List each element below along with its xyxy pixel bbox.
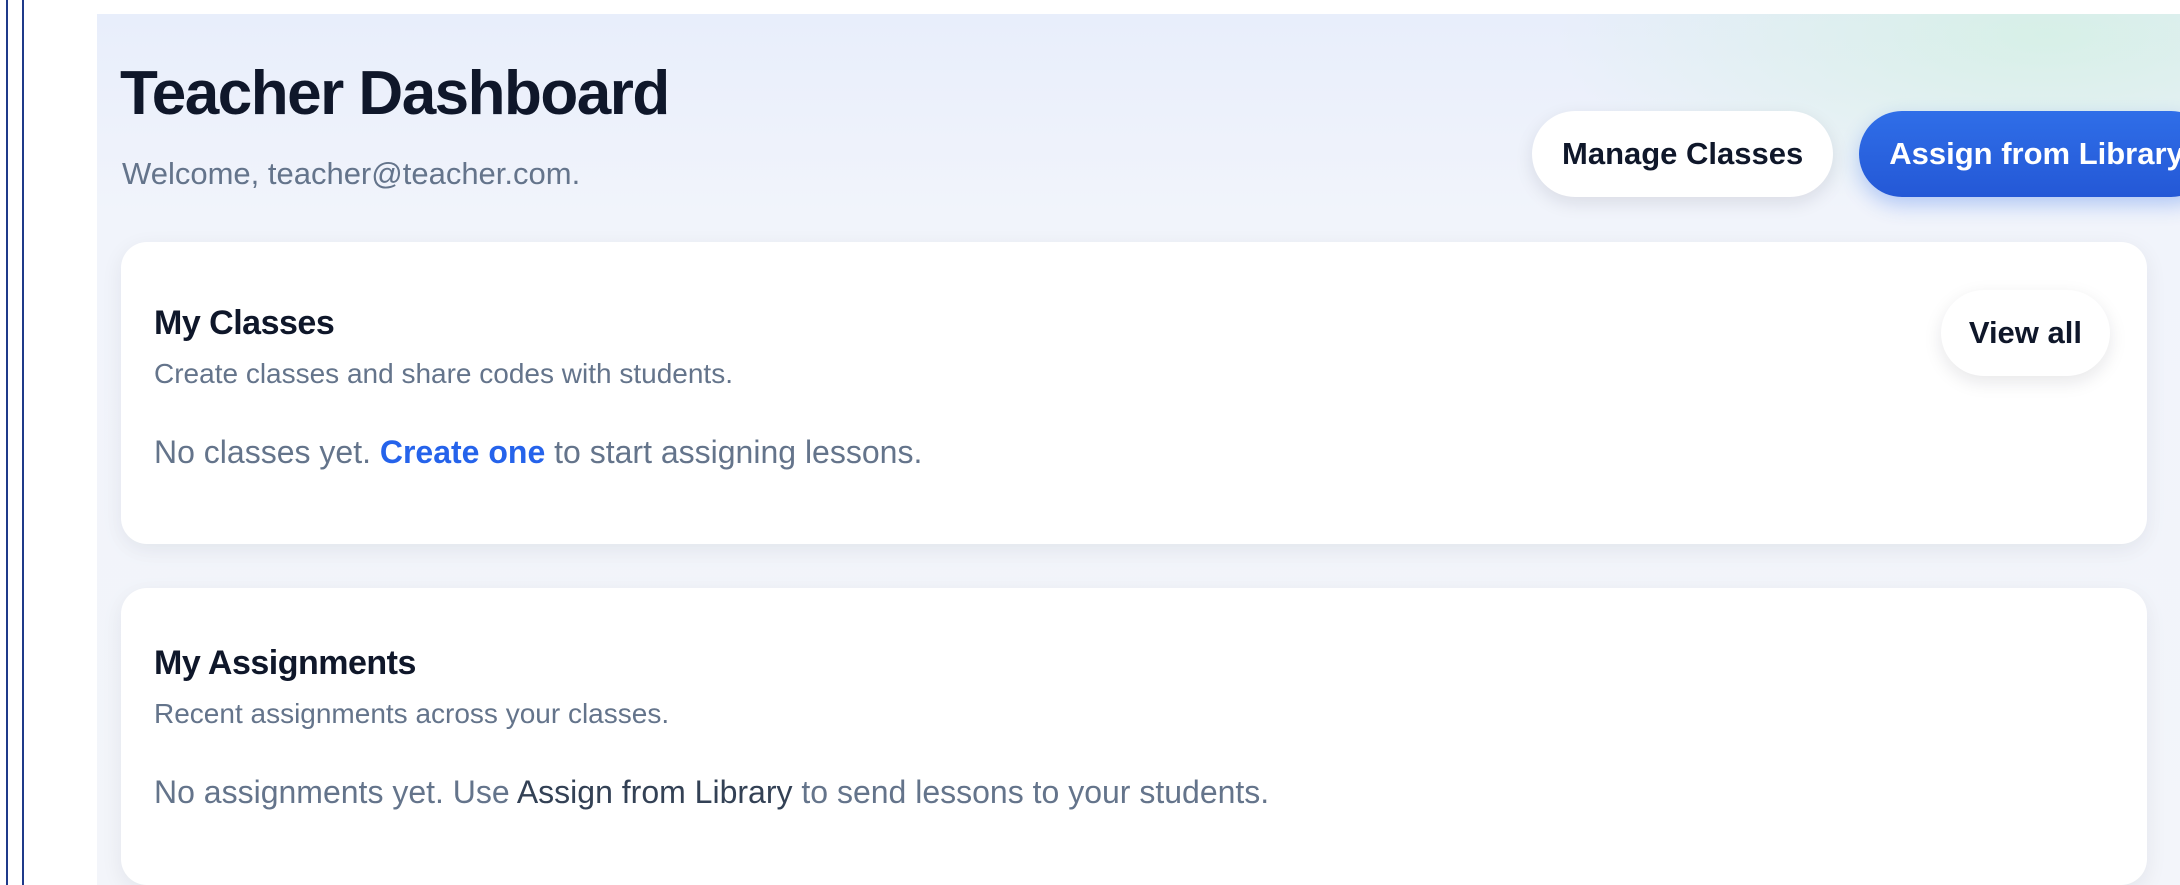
my-assignments-card: My Assignments Recent assignments across…	[121, 588, 2147, 885]
classes-empty-prefix: No classes yet.	[154, 434, 380, 470]
assignments-empty-suffix: to send lessons to your students.	[792, 774, 1270, 810]
header-actions: Manage Classes Assign from Library	[1532, 111, 2180, 197]
assignments-empty-state: No assignments yet. Use Assign from Libr…	[154, 774, 1269, 811]
my-assignments-title: My Assignments	[154, 644, 416, 682]
my-assignments-description: Recent assignments across your classes.	[154, 698, 670, 729]
welcome-text: Welcome, teacher@teacher.com.	[122, 156, 581, 191]
teacher-dashboard: Teacher Dashboard Welcome, teacher@teach…	[97, 14, 2180, 885]
my-classes-description: Create classes and share codes with stud…	[154, 358, 733, 389]
my-classes-card: My Classes Create classes and share code…	[121, 242, 2147, 544]
my-classes-title: My Classes	[154, 304, 335, 342]
classes-empty-state: No classes yet. Create one to start assi…	[154, 434, 922, 471]
frame-border-line	[22, 0, 24, 885]
classes-empty-suffix: to start assigning lessons.	[545, 434, 923, 470]
frame-border-line	[6, 0, 8, 885]
assign-from-library-mention: Assign from Library	[516, 774, 793, 810]
view-all-classes-button[interactable]: View all	[1940, 290, 2110, 376]
manage-classes-button[interactable]: Manage Classes	[1532, 111, 1834, 197]
assign-from-library-button[interactable]: Assign from Library	[1859, 111, 2180, 197]
assignments-empty-prefix: No assignments yet. Use	[154, 774, 517, 810]
create-class-link[interactable]: Create one	[380, 434, 545, 470]
page-title: Teacher Dashboard	[120, 59, 670, 128]
